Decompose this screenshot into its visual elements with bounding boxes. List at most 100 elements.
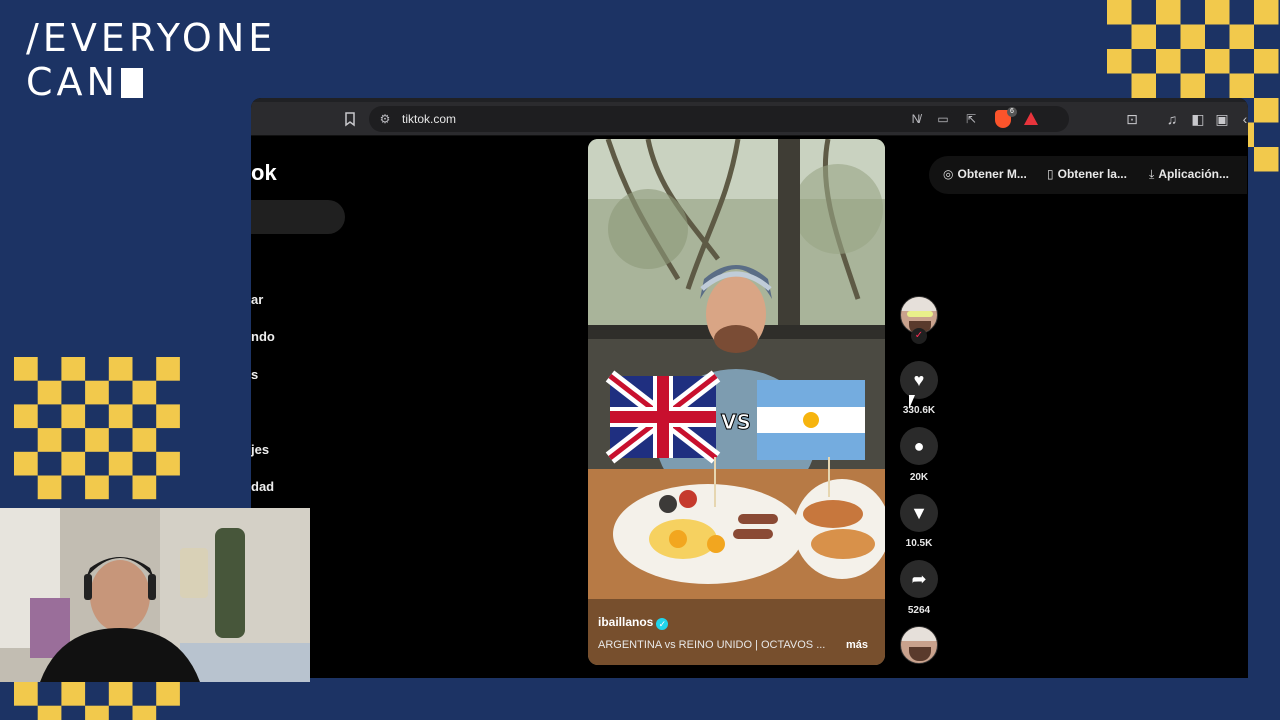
share-icon[interactable]: ⇱ — [963, 111, 979, 127]
share-button[interactable]: ➦ — [900, 560, 938, 598]
checker-square — [156, 451, 180, 476]
url-text[interactable]: tiktok.com — [402, 112, 456, 126]
webcam-image — [0, 508, 310, 682]
webcam-feed — [0, 508, 310, 682]
checker-square — [85, 380, 109, 405]
comment-count: 20K — [909, 472, 929, 483]
share-arrow-icon: ➦ — [911, 569, 927, 589]
more-link[interactable]: más — [846, 639, 868, 651]
sidebar-search-input[interactable] — [251, 200, 345, 234]
comment-icon: ● — [913, 436, 925, 456]
video-player[interactable]: VS ibaillanos ✓ ARGENTINA vs REINO UNIDO … — [588, 139, 885, 665]
checker-pattern-left — [14, 357, 180, 507]
address-bar[interactable]: ⚙ tiktok.com N̸ ▭ ⇱ 6 — [369, 106, 1069, 132]
checker-pattern-bottom-left — [14, 682, 180, 720]
like-button[interactable]: ♥ — [900, 361, 938, 399]
checker-square — [1180, 24, 1205, 49]
checker-square — [1229, 73, 1254, 98]
following-check-icon[interactable]: ✓ — [911, 328, 927, 344]
checker-square — [37, 705, 62, 720]
cast-icon[interactable]: ▭ — [935, 111, 951, 127]
checker-square — [1229, 24, 1254, 49]
sidebar-item-1[interactable]: ar — [251, 292, 263, 307]
checker-square — [1254, 49, 1279, 74]
checker-square — [14, 682, 38, 706]
checker-square — [1107, 0, 1132, 25]
checker-square — [108, 404, 133, 429]
checker-square — [85, 705, 109, 720]
author-name[interactable]: ibaillanos — [598, 615, 653, 629]
checker-square — [132, 705, 157, 720]
sidebar-toggle-icon[interactable]: ◧ — [1189, 110, 1207, 128]
comment-button[interactable]: ● — [900, 427, 938, 465]
sidebar-item-5[interactable]: dad — [251, 479, 274, 494]
tiktok-page: ok ar ndo s jes dad ◎ Obtener M... ▯ Obten… — [251, 136, 1248, 678]
vs-label: VS — [721, 410, 751, 434]
browser-window: ⚙ tiktok.com N̸ ▭ ⇱ 6 ⊡ ♫ ◧ ▣ ‹ ok ar nd… — [251, 98, 1248, 678]
checker-square — [14, 451, 38, 476]
checker-square — [1156, 49, 1181, 74]
checker-square — [61, 682, 86, 706]
media-control-icon[interactable]: ♫ — [1163, 110, 1181, 128]
checker-square — [1131, 73, 1156, 98]
checker-square — [37, 380, 62, 405]
checker-square — [108, 682, 133, 706]
sidebar-item-3[interactable]: s — [251, 367, 258, 382]
top-actions-bar: ◎ Obtener M... ▯ Obtener la... ⤓ Aplicación… — [929, 156, 1247, 194]
download-app-label: Aplicación... — [1158, 167, 1229, 181]
video-author[interactable]: ibaillanos ✓ — [598, 615, 669, 630]
browser-toolbar: ⚙ tiktok.com N̸ ▭ ⇱ 6 ⊡ ♫ ◧ ▣ ‹ — [251, 102, 1248, 136]
download-app-button[interactable]: ⤓ Aplicación... — [1149, 167, 1229, 182]
checker-square — [14, 357, 38, 381]
save-button[interactable]: ▼ — [900, 494, 938, 532]
chevron-left-icon[interactable]: ‹ — [1236, 110, 1248, 128]
bookmark-icon: ▼ — [910, 503, 928, 523]
get-app-button[interactable]: ▯ Obtener la... — [1047, 167, 1127, 181]
tab-search-icon[interactable]: ⊡ — [1123, 110, 1141, 128]
share-count: 5264 — [907, 605, 931, 616]
wallet-icon[interactable]: ▣ — [1213, 110, 1231, 128]
tiktok-logo[interactable]: ok — [251, 160, 277, 186]
checker-square — [61, 451, 86, 476]
brand-block-icon — [120, 68, 143, 98]
site-settings-icon[interactable]: ⚙ — [377, 111, 393, 127]
checker-square — [1156, 0, 1181, 25]
brand-line-1: /EVERYONE — [26, 16, 277, 60]
shields-count-badge: 6 — [1007, 107, 1017, 117]
checker-square — [108, 451, 133, 476]
checker-square — [37, 475, 62, 500]
get-coins-label: Obtener M... — [957, 167, 1027, 181]
coin-icon: ◎ — [943, 167, 954, 181]
checker-square — [61, 357, 86, 381]
checker-square — [132, 380, 157, 405]
checker-square — [1254, 147, 1279, 172]
get-coins-button[interactable]: ◎ Obtener M... — [943, 167, 1027, 181]
sidebar-item-2[interactable]: ndo — [251, 329, 275, 344]
checker-square — [156, 682, 180, 706]
checker-square — [132, 475, 157, 500]
download-icon: ⤓ — [1149, 167, 1155, 181]
checker-square — [156, 404, 180, 429]
video-caption: ARGENTINA vs REINO UNIDO | OCTAVOS ... — [598, 639, 826, 651]
save-count: 10.5K — [905, 538, 933, 549]
brand-line-2: CAN — [26, 60, 119, 104]
sound-avatar[interactable] — [900, 626, 938, 664]
brave-rewards-icon[interactable] — [1024, 112, 1038, 125]
mute-icon[interactable]: N̸ — [908, 111, 924, 127]
checker-square — [1107, 49, 1132, 74]
bookmark-icon[interactable] — [341, 110, 359, 128]
phone-icon: ▯ — [1047, 167, 1054, 181]
checker-square — [85, 475, 109, 500]
checker-square — [108, 357, 133, 381]
sidebar-item-4[interactable]: jes — [251, 442, 269, 457]
checker-square — [1254, 0, 1279, 25]
checker-square — [1131, 24, 1156, 49]
checker-square — [1205, 49, 1230, 74]
checker-square — [1180, 73, 1205, 98]
checker-square — [156, 357, 180, 381]
checker-square — [132, 428, 157, 452]
verified-icon: ✓ — [656, 618, 669, 630]
get-app-label: Obtener la... — [1057, 167, 1127, 181]
everyone-can-logo: /EVERYONE CAN — [26, 16, 276, 104]
checker-square — [85, 428, 109, 452]
